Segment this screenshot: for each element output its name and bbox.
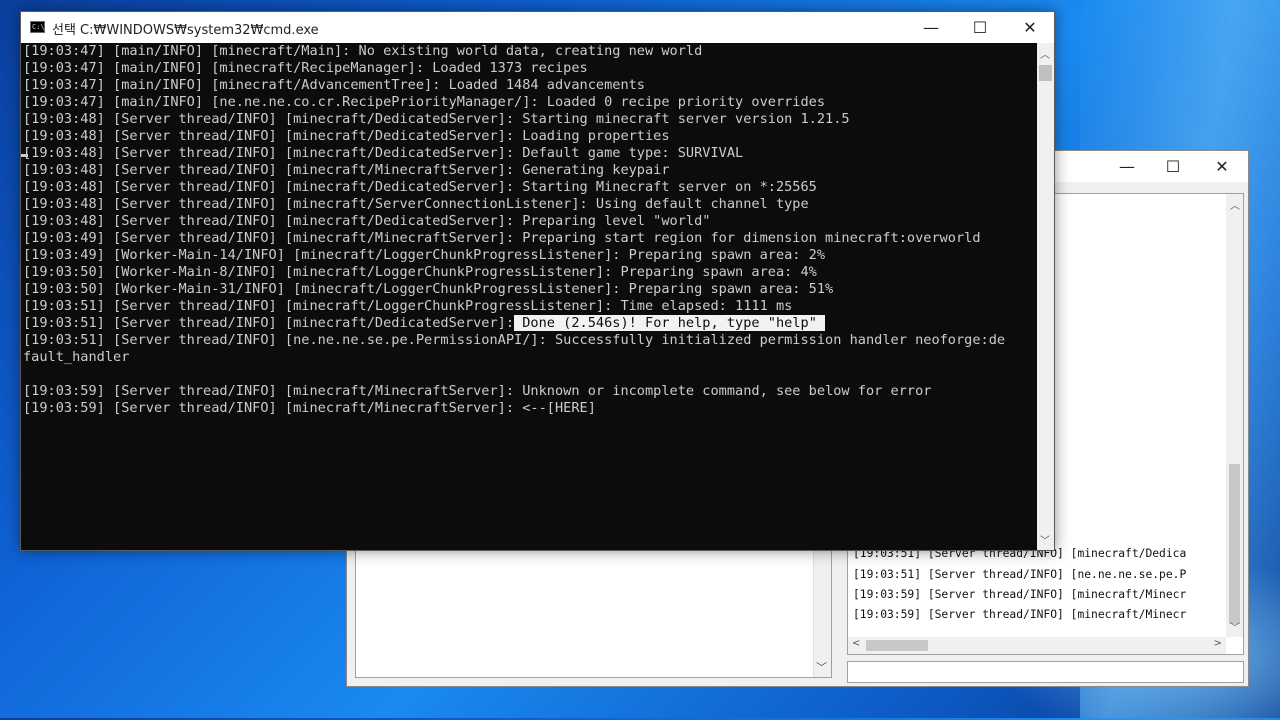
- window-title: 선택 C:₩WINDOWS₩system32₩cmd.exe: [52, 23, 319, 38]
- minimize-button[interactable]: —: [908, 12, 954, 43]
- console-line-text: [19:03:47] [main/INFO] [minecraft/Recipe…: [23, 60, 588, 76]
- scroll-thumb[interactable]: [1229, 464, 1240, 624]
- scroll-thumb[interactable]: [1039, 65, 1052, 81]
- log-line: [19:03:59] [Server thread/INFO] [minecra…: [853, 608, 1187, 622]
- console-line-text: [19:03:51] [Server thread/INFO] [minecra…: [23, 298, 793, 314]
- console-lines: [19:03:47] [main/INFO] [minecraft/Main]:…: [23, 43, 1005, 417]
- scroll-down-icon[interactable]: ﹀: [816, 659, 827, 675]
- scroll-right-icon[interactable]: >: [1214, 638, 1222, 649]
- console-line-text: [19:03:48] [Server thread/INFO] [minecra…: [23, 196, 809, 212]
- console-line: [19:03:51] [Server thread/INFO] [minecra…: [23, 315, 1005, 332]
- log-line: [19:03:51] [Server thread/INFO] [ne.ne.n…: [853, 567, 1187, 581]
- maximize-icon: ☐: [972, 18, 988, 37]
- console-line: [19:03:51] [Server thread/INFO] [minecra…: [23, 298, 1005, 315]
- console-scrollbar[interactable]: ︿ ﹀: [1037, 43, 1054, 550]
- console-line-text: [19:03:49] [Server thread/INFO] [minecra…: [23, 230, 981, 246]
- console-line: [19:03:48] [Server thread/INFO] [minecra…: [23, 162, 1005, 179]
- console-line-text: [19:03:51] [Server thread/INFO] [minecra…: [23, 315, 515, 331]
- log-line: [19:03:59] [Server thread/INFO] [minecra…: [853, 587, 1187, 601]
- console-line-text: [19:03:49] [Worker-Main-14/INFO] [minecr…: [23, 247, 826, 263]
- console-line: fault_handler: [23, 349, 1005, 366]
- log-horizontal-scrollbar[interactable]: < >: [848, 637, 1226, 654]
- player-list-panel[interactable]: ﹀: [355, 548, 832, 678]
- cmd-app-icon: C:\: [30, 21, 45, 33]
- scroll-down-icon[interactable]: ﹀: [1230, 619, 1240, 634]
- minimize-icon: —: [1119, 157, 1135, 176]
- scroll-left-icon[interactable]: <: [852, 638, 860, 649]
- close-button[interactable]: ✕: [1007, 12, 1053, 43]
- minimize-icon: —: [923, 18, 939, 37]
- console-line: [19:03:49] [Worker-Main-14/INFO] [minecr…: [23, 247, 1005, 264]
- console-line: [19:03:48] [Server thread/INFO] [minecra…: [23, 145, 1005, 162]
- scroll-up-icon[interactable]: ︿: [1230, 197, 1240, 212]
- console-line: [19:03:48] [Server thread/INFO] [minecra…: [23, 111, 1005, 128]
- console-line: [19:03:59] [Server thread/INFO] [minecra…: [23, 400, 1005, 417]
- close-button[interactable]: ✕: [1199, 151, 1245, 182]
- cmd-window[interactable]: C:\ 선택 C:₩WINDOWS₩system32₩cmd.exe — ☐ ✕…: [20, 11, 1055, 551]
- console-line-text: [19:03:50] [Worker-Main-31/INFO] [minecr…: [23, 281, 834, 297]
- log-vertical-scrollbar[interactable]: ︿ ﹀: [1226, 194, 1243, 637]
- console-line: [19:03:47] [main/INFO] [minecraft/Recipe…: [23, 60, 1005, 77]
- console-line-text: [19:03:48] [Server thread/INFO] [minecra…: [23, 145, 744, 161]
- console-line-text: [19:03:51] [Server thread/INFO] [ne.ne.n…: [23, 332, 1006, 348]
- console-line-text: [19:03:47] [main/INFO] [minecraft/Advanc…: [23, 77, 645, 93]
- cmd-icon-text: C:\: [32, 23, 45, 31]
- selected-text[interactable]: Done (2.546s)! For help, type "help": [514, 315, 826, 331]
- close-icon: ✕: [1215, 157, 1229, 176]
- close-icon: ✕: [1023, 18, 1037, 37]
- command-input[interactable]: [847, 661, 1244, 683]
- console-line: [19:03:47] [main/INFO] [ne.ne.ne.co.cr.R…: [23, 94, 1005, 111]
- console-line: [19:03:48] [Server thread/INFO] [minecra…: [23, 179, 1005, 196]
- console-line: [19:03:47] [main/INFO] [minecraft/Advanc…: [23, 77, 1005, 94]
- console-line-text: [19:03:48] [Server thread/INFO] [minecra…: [23, 128, 670, 144]
- hscroll-thumb[interactable]: [866, 640, 928, 651]
- console-line-text: [19:03:48] [Server thread/INFO] [minecra…: [23, 213, 711, 229]
- console-line-text: fault_handler: [23, 349, 130, 365]
- console-output[interactable]: [19:03:47] [main/INFO] [minecraft/Main]:…: [21, 43, 1037, 550]
- console-line: [19:03:59] [Server thread/INFO] [minecra…: [23, 383, 1005, 400]
- console-line: [19:03:50] [Worker-Main-8/INFO] [minecra…: [23, 264, 1005, 281]
- console-line: [19:03:49] [Server thread/INFO] [minecra…: [23, 230, 1005, 247]
- console-line: [19:03:50] [Worker-Main-31/INFO] [minecr…: [23, 281, 1005, 298]
- console-line-text: [19:03:48] [Server thread/INFO] [minecra…: [23, 111, 850, 127]
- console-line-text: [19:03:59] [Server thread/INFO] [minecra…: [23, 383, 932, 399]
- minimize-button[interactable]: —: [1104, 151, 1150, 182]
- scroll-down-icon[interactable]: ﹀: [1040, 532, 1050, 547]
- console-line-text: [19:03:48] [Server thread/INFO] [minecra…: [23, 162, 670, 178]
- maximize-button[interactable]: ☐: [1150, 151, 1196, 182]
- console-line-text: [19:03:59] [Server thread/INFO] [minecra…: [23, 400, 596, 416]
- selection-cursor: [21, 154, 28, 157]
- console-line: [19:03:47] [main/INFO] [minecraft/Main]:…: [23, 43, 1005, 60]
- console-line-text: [19:03:48] [Server thread/INFO] [minecra…: [23, 179, 817, 195]
- maximize-button[interactable]: ☐: [957, 12, 1003, 43]
- console-line: [19:03:48] [Server thread/INFO] [minecra…: [23, 196, 1005, 213]
- maximize-icon: ☐: [1165, 157, 1181, 176]
- console-line-text: [19:03:50] [Worker-Main-8/INFO] [minecra…: [23, 264, 817, 280]
- cmd-titlebar[interactable]: C:\ 선택 C:₩WINDOWS₩system32₩cmd.exe — ☐ ✕: [21, 12, 1054, 43]
- scroll-up-icon[interactable]: ︿: [1040, 46, 1050, 61]
- console-line: [19:03:48] [Server thread/INFO] [minecra…: [23, 213, 1005, 230]
- console-line: [19:03:51] [Server thread/INFO] [ne.ne.n…: [23, 332, 1005, 349]
- console-line: [19:03:48] [Server thread/INFO] [minecra…: [23, 128, 1005, 145]
- console-line-text: [19:03:47] [main/INFO] [minecraft/Main]:…: [23, 43, 703, 59]
- player-list-scrollbar[interactable]: ﹀: [813, 549, 831, 677]
- console-line-text: [19:03:47] [main/INFO] [ne.ne.ne.co.cr.R…: [23, 94, 826, 110]
